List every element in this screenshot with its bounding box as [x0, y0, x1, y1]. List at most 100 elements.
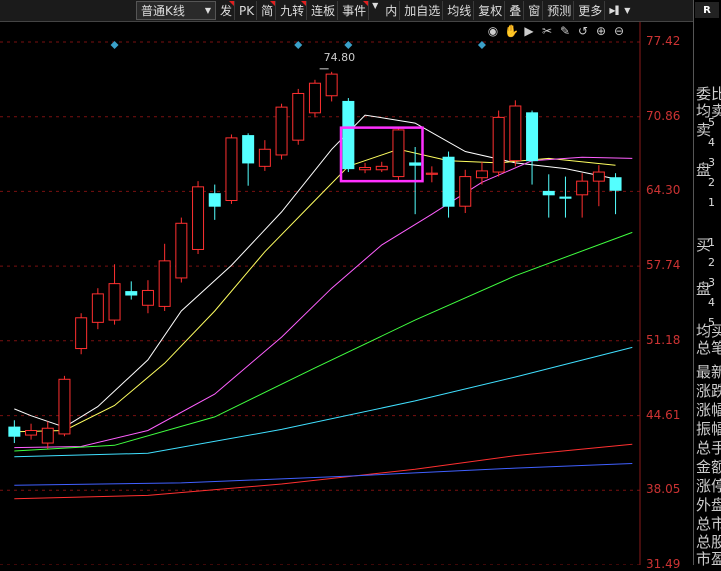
- toolbar-button-7[interactable]: 加自选: [402, 1, 444, 20]
- candle-body: [542, 190, 555, 196]
- r-badge: R: [695, 2, 719, 18]
- candle-body: [141, 289, 154, 306]
- candle-body: [175, 222, 188, 279]
- candle-body: [292, 92, 305, 141]
- candle-body: [108, 283, 121, 321]
- ma-line-ma5: [14, 114, 616, 428]
- price-axis-label: 57.74: [646, 258, 681, 273]
- candle-body: [41, 427, 54, 444]
- candle-body: [258, 148, 271, 167]
- order-level-digit: 5: [708, 116, 715, 129]
- toolbar-button-8[interactable]: 均线: [445, 1, 475, 20]
- candle-body: [308, 82, 321, 114]
- toolbar-button-4[interactable]: 连板: [309, 1, 339, 20]
- candle-body: [526, 112, 539, 162]
- toolbar-button-6[interactable]: 内: [383, 1, 401, 20]
- chevron-down-icon[interactable]: ▼: [369, 1, 381, 20]
- candle-body: [409, 162, 422, 166]
- max-price-label: 74.80: [324, 51, 356, 64]
- candle-body: [392, 129, 405, 178]
- ma-line-ma60: [14, 231, 633, 452]
- event-diamond-icon[interactable]: [110, 41, 119, 49]
- candle-body: [576, 180, 589, 196]
- zoom-in-icon[interactable]: ⊕: [594, 24, 608, 38]
- side-label: 市盈: [696, 551, 721, 568]
- toolbar-button-10[interactable]: 叠: [507, 1, 525, 20]
- chart-toolbar: 普通K线 ▼ 发 PK 简九转 连板 事件 ▼ 内加自选 均线 复权叠窗预测 更多 ▶▌ ▼: [0, 0, 693, 22]
- side-label: 总市: [696, 516, 721, 533]
- draw-icon[interactable]: ✎: [558, 24, 572, 38]
- candle-body: [25, 430, 38, 436]
- price-axis-label: 38.05: [646, 482, 681, 497]
- price-axis-label: 51.18: [646, 332, 681, 347]
- kline-chart[interactable]: 74.80: [0, 22, 693, 565]
- side-label: 涨幅: [696, 402, 721, 419]
- side-label: 涨停: [696, 478, 721, 495]
- ma-line-ma20: [14, 156, 633, 449]
- order-level-digit: 5: [708, 316, 715, 329]
- toolbar-button-3[interactable]: 九转: [278, 1, 308, 20]
- candle-body: [125, 291, 138, 296]
- side-label: 总股: [696, 534, 721, 551]
- candle-body: [609, 177, 622, 191]
- candle-body: [58, 378, 71, 435]
- side-label: 涨跌: [696, 383, 721, 400]
- toolbar-button-13[interactable]: 更多: [576, 1, 606, 20]
- toolbar-button-12[interactable]: 预测: [545, 1, 575, 20]
- zoom-out-icon[interactable]: ⊖: [612, 24, 626, 38]
- candle-body: [475, 170, 488, 179]
- candle-body: [559, 196, 572, 199]
- order-level-digit: 3: [708, 156, 715, 169]
- order-level-digit: 1: [708, 236, 715, 249]
- reset-icon[interactable]: ↺: [576, 24, 590, 38]
- candle-body: [375, 165, 388, 171]
- side-label: 最新: [696, 364, 721, 381]
- candle-body: [225, 137, 238, 202]
- order-level-digit: 2: [708, 256, 715, 269]
- order-level-digit: 3: [708, 276, 715, 289]
- candle-body: [325, 73, 338, 97]
- candle-body: [158, 260, 171, 307]
- period-select[interactable]: 普通K线 ▼: [136, 1, 216, 20]
- candle-body: [459, 176, 472, 207]
- period-select-label: 普通K线: [141, 4, 185, 18]
- candle-body: [8, 426, 21, 437]
- toolbar-button-9[interactable]: 复权: [476, 1, 506, 20]
- candle-body: [242, 135, 255, 164]
- side-label: 委比: [696, 86, 721, 103]
- order-level-digit: 1: [708, 196, 715, 209]
- candle-body: [342, 100, 355, 170]
- cut-icon[interactable]: ✂: [540, 24, 554, 38]
- toolbar-button-11[interactable]: 窗: [526, 1, 544, 20]
- price-axis-label: 70.86: [646, 108, 681, 123]
- toolbar-button-5[interactable]: 事件: [340, 1, 370, 20]
- eye-icon[interactable]: ◉: [486, 24, 500, 38]
- toolbar-button-2[interactable]: 简: [259, 1, 277, 20]
- toolbar-button-1[interactable]: PK: [237, 1, 258, 20]
- candle-body: [509, 105, 522, 162]
- order-level-digit: 2: [708, 176, 715, 189]
- play-forward-icon[interactable]: ▶▌: [609, 6, 621, 15]
- order-level-digit: 4: [708, 136, 715, 149]
- candle-body: [592, 171, 605, 182]
- price-axis-label: 31.49: [646, 557, 681, 571]
- candle-body: [359, 166, 372, 171]
- candle-body: [492, 116, 505, 173]
- chevron-down-icon[interactable]: ▼: [621, 6, 633, 15]
- hand-icon[interactable]: ✋: [504, 24, 519, 38]
- price-axis-label: 64.30: [646, 183, 681, 198]
- chevron-down-icon: ▼: [204, 6, 211, 15]
- candle-body: [425, 172, 438, 175]
- play-icon[interactable]: ▶: [522, 24, 536, 38]
- ma-line-ma250b: [14, 463, 633, 486]
- candle-body: [91, 293, 104, 323]
- price-axis-label: 44.61: [646, 407, 681, 422]
- side-label: 总笔: [696, 340, 721, 357]
- price-axis-label: 77.42: [646, 34, 681, 48]
- side-label: 振幅: [696, 421, 721, 438]
- candle-body: [442, 156, 455, 207]
- order-level-digit: 4: [708, 296, 715, 309]
- toolbar-button-0[interactable]: 发: [218, 1, 236, 20]
- candle-body: [208, 193, 221, 207]
- candle-body: [275, 106, 288, 156]
